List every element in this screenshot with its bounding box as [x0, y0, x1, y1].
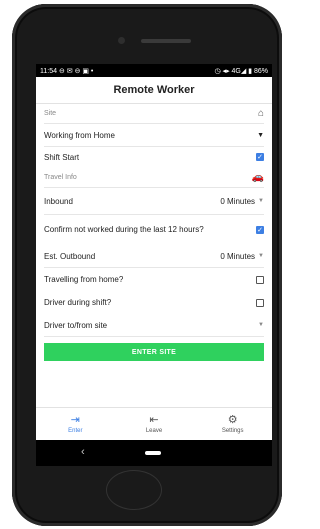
driver-site-label: Driver to/from site	[44, 320, 108, 330]
est-outbound-select[interactable]: 0 Minutes ▼	[220, 252, 264, 261]
inbound-row: Inbound 0 Minutes ▼	[44, 188, 264, 215]
status-bar: 11:54 ⊖ ✉ ⊖ ▣ • ◷ ◂▸ 4G◢ ▮ 86%	[36, 64, 272, 77]
form-content: Site ⌂ Working from Home ▼ Shift Start ✓…	[36, 104, 272, 361]
est-outbound-value: 0 Minutes	[220, 251, 256, 261]
earpiece-speaker	[141, 39, 191, 43]
confirm-row: Confirm not worked during the last 12 ho…	[44, 215, 264, 245]
inbound-select[interactable]: 0 Minutes ▼	[220, 197, 264, 206]
gear-icon: ⚙	[227, 413, 238, 426]
dropdown-arrow-icon: ▼	[257, 131, 264, 139]
site-label: Site	[44, 110, 57, 117]
driver-shift-label: Driver during shift?	[44, 298, 112, 307]
nav-settings[interactable]: ⚙ Settings	[193, 408, 272, 440]
nav-enter-label: Enter	[68, 427, 83, 434]
est-outbound-row: Est. Outbound 0 Minutes ▼	[44, 245, 264, 268]
enter-site-button[interactable]: ENTER SITE	[44, 343, 264, 361]
driver-site-select[interactable]: Driver to/from site ▼	[44, 314, 264, 337]
back-key-icon[interactable]: ‹	[81, 446, 85, 458]
dropdown-arrow-icon: ▼	[258, 322, 264, 328]
nav-settings-label: Settings	[221, 427, 244, 434]
android-nav-bar: ‹	[36, 440, 272, 466]
status-right: ◷ ◂▸ 4G◢ ▮ 86%	[214, 67, 269, 75]
confirm-checkbox[interactable]: ✓	[256, 226, 264, 234]
home-pill[interactable]	[145, 451, 161, 455]
travelling-row: Travelling from home?	[44, 268, 264, 291]
nav-leave[interactable]: ⇤ Leave	[115, 408, 194, 440]
app-bar: Remote Worker	[36, 77, 272, 104]
shift-start-label: Shift Start	[44, 152, 80, 162]
driver-shift-row: Driver during shift?	[44, 291, 264, 314]
dropdown-arrow-icon: ▼	[258, 198, 264, 204]
driver-shift-checkbox[interactable]	[256, 298, 264, 307]
leave-icon: ⇤	[149, 413, 159, 426]
enter-icon: ⇥	[70, 413, 80, 426]
site-row: Site ⌂	[44, 104, 264, 124]
confirm-label: Confirm not worked during the last 12 ho…	[44, 225, 204, 234]
front-camera	[118, 37, 125, 44]
inbound-value: 0 Minutes	[220, 196, 256, 206]
bottom-nav: ⇥ Enter ⇤ Leave ⚙ Settings	[36, 407, 272, 440]
phone-screen: 11:54 ⊖ ✉ ⊖ ▣ • ◷ ◂▸ 4G◢ ▮ 86% Remote Wo…	[36, 64, 272, 440]
car-icon: 🚗	[251, 171, 264, 183]
nav-enter[interactable]: ⇥ Enter	[36, 408, 115, 440]
est-outbound-label: Est. Outbound	[44, 251, 96, 261]
app-title: Remote Worker	[113, 84, 195, 96]
travel-info-row: Travel Info 🚗	[44, 167, 264, 188]
working-select-value: Working from Home	[44, 130, 115, 140]
travelling-checkbox[interactable]	[256, 275, 264, 284]
nav-leave-label: Leave	[145, 427, 163, 434]
travelling-label: Travelling from home?	[44, 275, 124, 284]
shift-start-checkbox[interactable]: ✓	[256, 153, 264, 161]
travel-info-label: Travel Info	[44, 173, 77, 181]
inbound-label: Inbound	[44, 196, 73, 206]
home-icon: ⌂	[257, 108, 264, 119]
shift-start-row: Shift Start ✓	[44, 147, 264, 167]
physical-home-button[interactable]	[106, 470, 162, 510]
working-select[interactable]: Working from Home ▼	[44, 124, 264, 147]
status-left: 11:54 ⊖ ✉ ⊖ ▣ •	[40, 67, 94, 75]
dropdown-arrow-icon: ▼	[258, 253, 264, 259]
